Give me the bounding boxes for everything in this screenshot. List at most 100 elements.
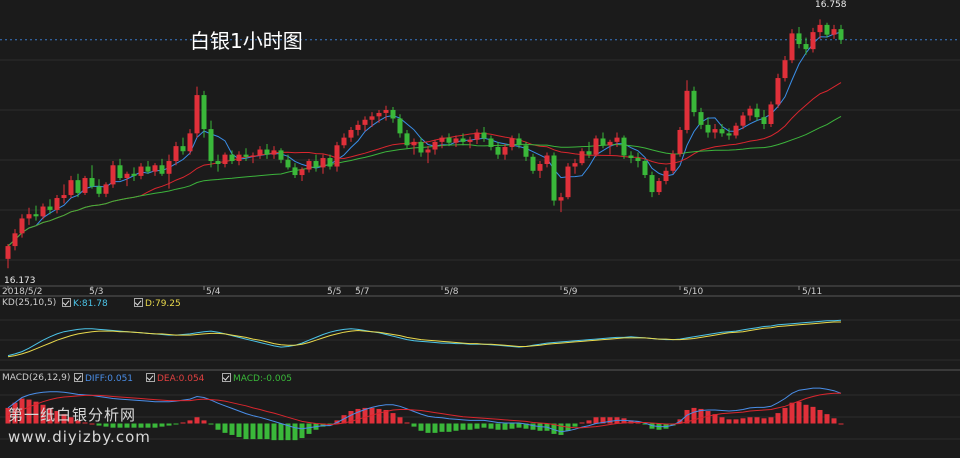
silver-hourly-chart [0, 0, 960, 458]
candle-body [523, 145, 529, 157]
macd-bar [796, 401, 802, 424]
candle-body [166, 161, 172, 174]
macd-bar [817, 409, 823, 424]
candle-body [369, 116, 375, 120]
candle-body [803, 44, 809, 50]
candle-body [68, 180, 74, 196]
candle-body [733, 125, 739, 136]
candle-body [516, 138, 522, 146]
macd-bar [180, 422, 186, 424]
candle-body [663, 170, 669, 182]
macd-bar [173, 423, 179, 425]
macd-bar [278, 423, 284, 441]
macd-bar [705, 411, 711, 424]
candle-body [705, 124, 711, 133]
macd-bar [215, 423, 221, 430]
kd-k-legend[interactable]: K:81.78 [62, 298, 108, 309]
macd-bar [831, 418, 837, 424]
macd-hist-value: MACD:-0.005 [233, 374, 293, 384]
candle-body [579, 151, 585, 164]
macd-bar [733, 419, 739, 424]
candle-body [586, 151, 592, 155]
candle-body [257, 149, 263, 156]
candle-body [404, 133, 410, 146]
candle-body [110, 165, 116, 185]
macd-bar [292, 423, 298, 441]
macd-bar [432, 423, 438, 433]
macd-bar [495, 423, 501, 430]
price-low-label: 16.173 [4, 276, 36, 286]
candle-body [691, 90, 697, 113]
macd-bar [754, 417, 760, 424]
candle-body [642, 161, 648, 176]
candle-body [544, 155, 550, 164]
macd-hist-legend[interactable]: MACD:-0.005 [222, 373, 292, 384]
checkbox-icon [74, 373, 83, 382]
candle-body [789, 33, 795, 61]
macd-bar [243, 423, 249, 440]
candle-body [117, 165, 123, 179]
chart-background [0, 0, 960, 458]
candle-body [537, 163, 543, 171]
candle-body [418, 141, 424, 153]
macd-bar [194, 417, 200, 424]
candle-body [131, 173, 137, 176]
candle-body [782, 60, 788, 79]
candle-body [817, 24, 823, 33]
candle-body [481, 132, 487, 139]
candle-body [656, 181, 662, 193]
macd-bar [803, 404, 809, 424]
macd-bar [376, 408, 382, 424]
candle-body [530, 156, 536, 171]
macd-bar [418, 423, 424, 431]
watermark-title: 第一纸白银分析网 [8, 406, 137, 424]
candle-body [362, 119, 368, 125]
macd-bar [453, 423, 459, 431]
macd-bar [768, 417, 774, 424]
candle-body [572, 163, 578, 167]
candle-body [698, 112, 704, 125]
candle-body [684, 90, 690, 130]
date-label: 5/3 [89, 287, 104, 297]
candle-body [180, 146, 186, 152]
candle-body [411, 141, 417, 146]
checkbox-icon [222, 373, 231, 382]
candle-body [600, 138, 606, 146]
date-label: 5/10 [683, 287, 704, 297]
macd-bar [446, 423, 452, 432]
candle-body [33, 214, 39, 217]
checkbox-icon [134, 298, 143, 307]
candle-body [103, 184, 109, 194]
price-high-label: 16.758 [815, 0, 847, 10]
kd-d-legend[interactable]: D:79.25 [134, 298, 181, 309]
candle-body [19, 218, 25, 234]
candle-body [40, 206, 46, 217]
macd-bar [439, 423, 445, 432]
macd-bar [726, 419, 732, 424]
macd-dea-legend[interactable]: DEA:0.054 [146, 373, 204, 384]
macd-bar [502, 423, 508, 430]
macd-bar [593, 417, 599, 424]
candle-body [341, 137, 347, 146]
date-label: 5/11 [802, 287, 823, 297]
date-label: 5/8 [444, 287, 459, 297]
macd-diff-legend[interactable]: DIFF:0.051 [74, 373, 133, 384]
kd-k-value: K:81.78 [73, 299, 108, 309]
candle-body [299, 169, 305, 176]
candle-body [761, 117, 767, 125]
candle-body [719, 129, 725, 134]
candle-body [208, 129, 214, 162]
macd-bar [607, 417, 613, 424]
candle-body [824, 24, 830, 35]
candle-body [250, 155, 256, 157]
candle-body [768, 104, 774, 125]
macd-bar [411, 423, 417, 427]
candle-body [201, 95, 207, 130]
macd-bar [782, 407, 788, 424]
macd-bar [775, 413, 781, 424]
candle-body [89, 178, 95, 187]
date-label: 5/9 [563, 287, 578, 297]
macd-bar [481, 423, 487, 428]
macd-bar [236, 423, 242, 438]
candle-body [509, 138, 515, 147]
